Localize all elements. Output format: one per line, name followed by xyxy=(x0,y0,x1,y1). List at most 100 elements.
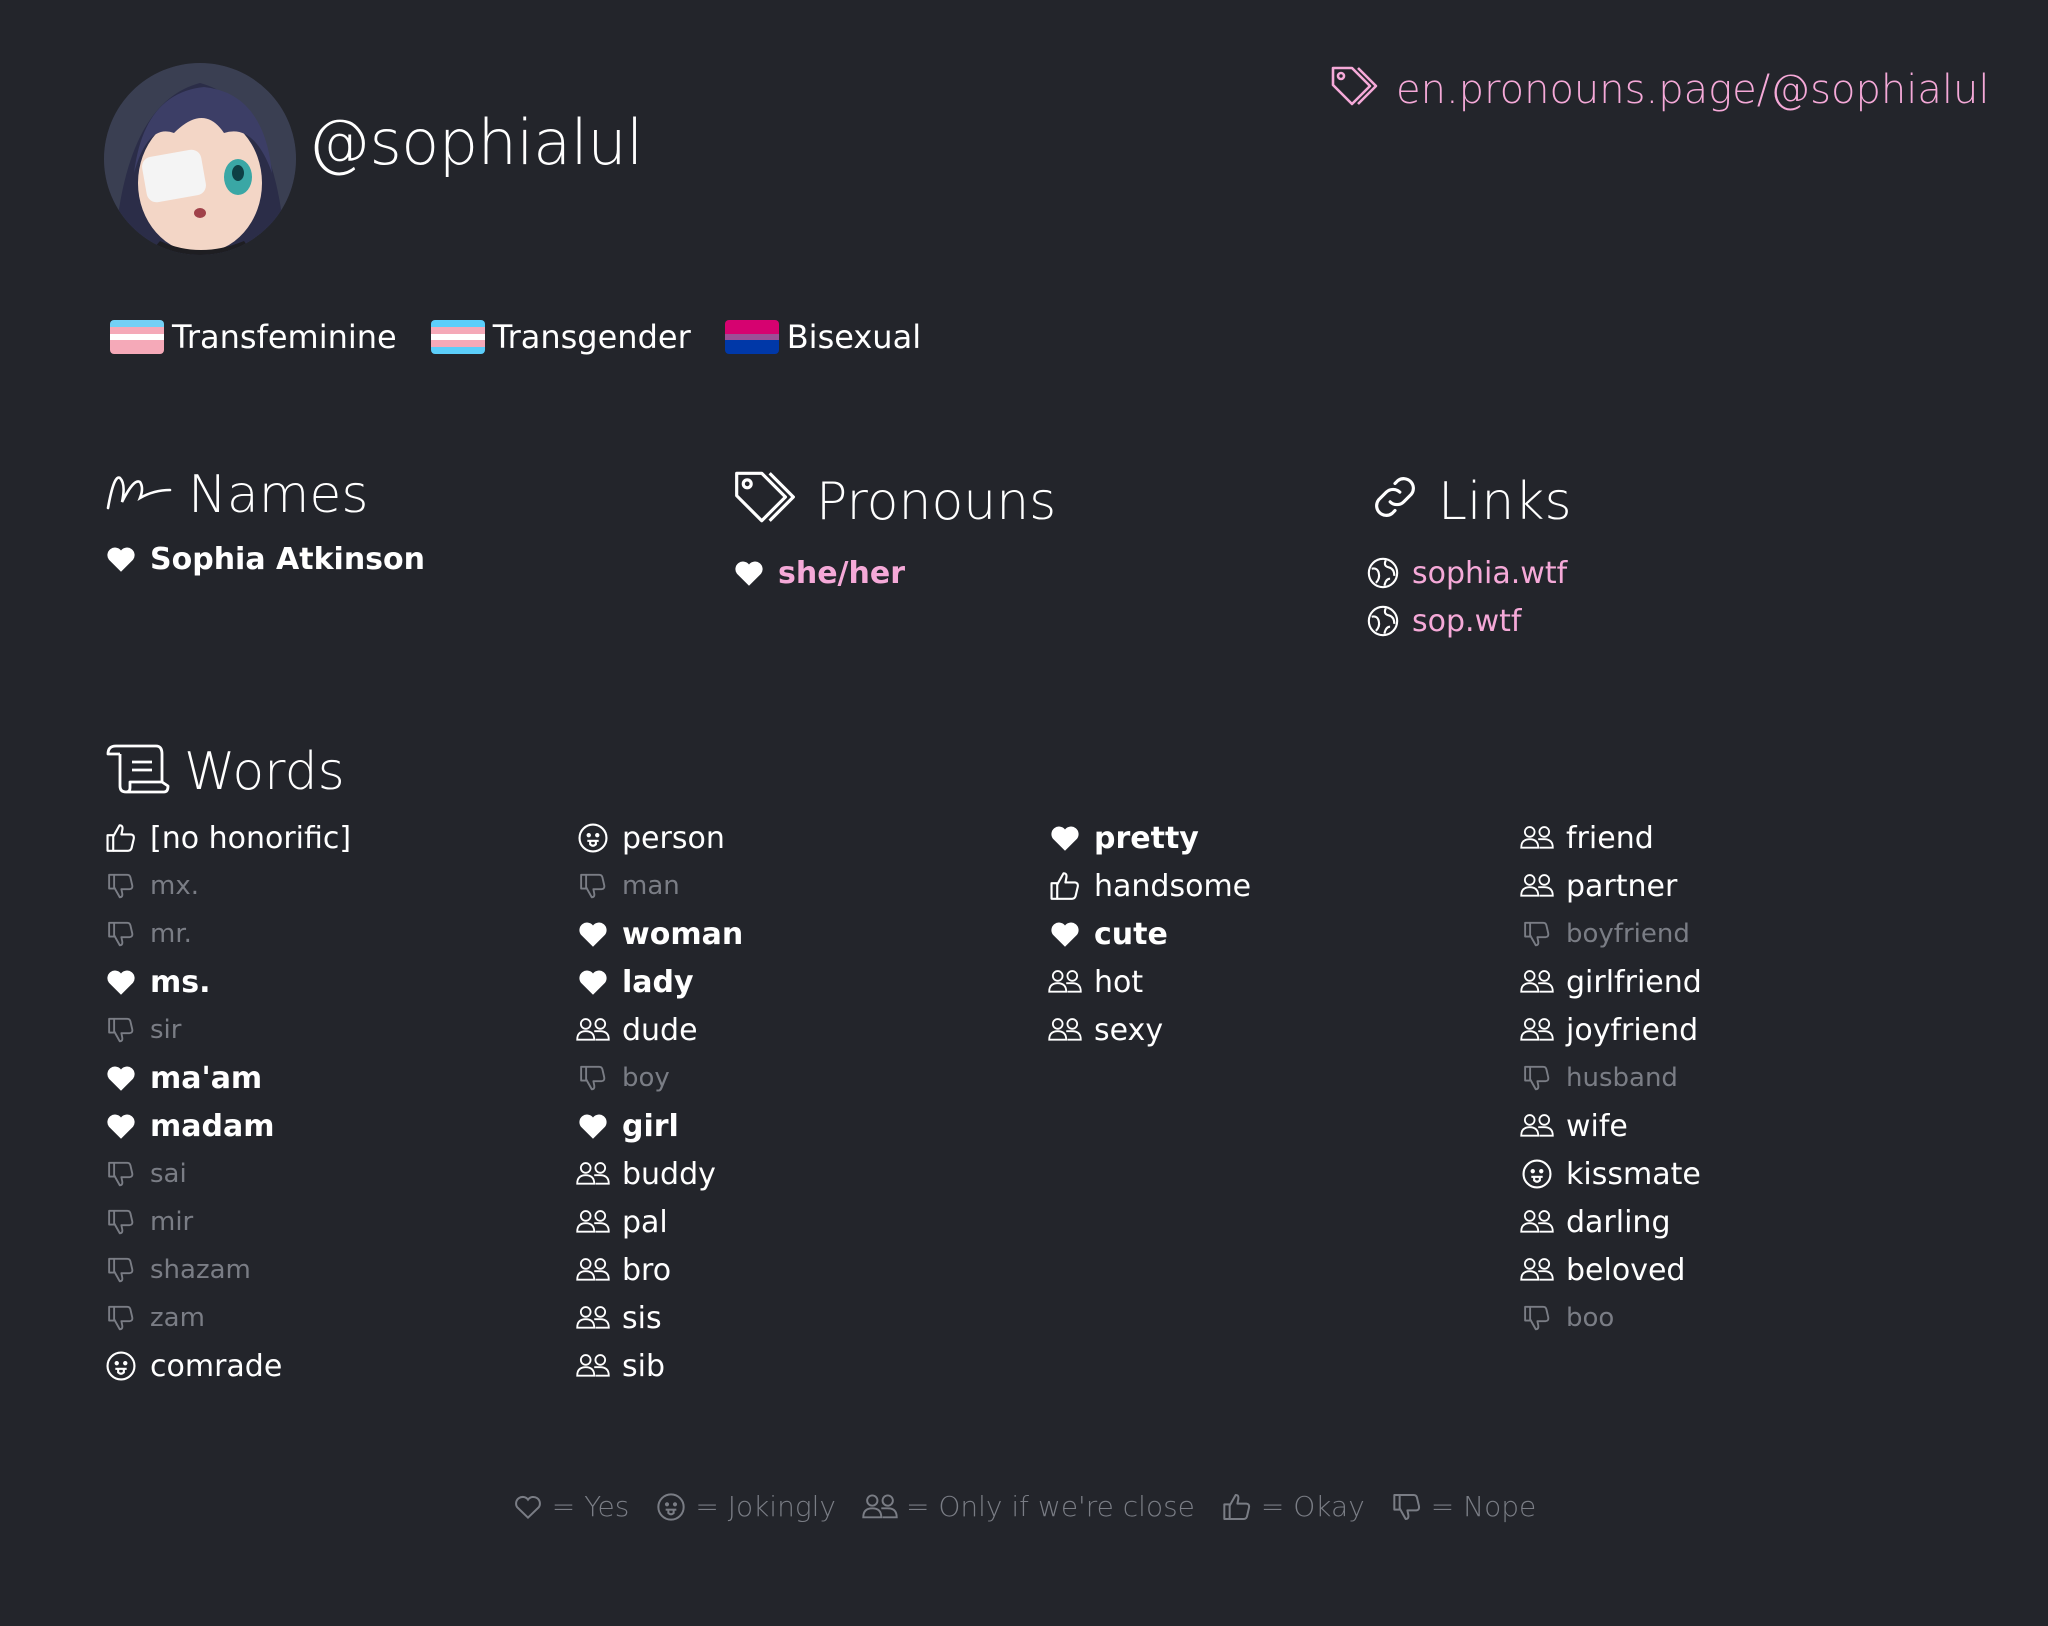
thumbs-down-icon xyxy=(1520,1301,1554,1335)
link-text[interactable]: sop.wtf xyxy=(1412,604,1521,639)
legend-jokingly: = Jokingly xyxy=(655,1490,836,1523)
word-label: handsome xyxy=(1094,868,1252,904)
users-icon xyxy=(1520,1253,1554,1287)
word-item: friend xyxy=(1520,814,1702,862)
word-item: girlfriend xyxy=(1520,958,1702,1006)
word-label: ms. xyxy=(150,964,211,1000)
flag-transgender[interactable]: Transgender xyxy=(430,318,691,356)
users-icon xyxy=(576,1157,610,1191)
users-icon xyxy=(1520,821,1554,855)
legend-yes: = Yes xyxy=(512,1490,629,1523)
users-icon xyxy=(1520,1109,1554,1143)
heart-outline-icon xyxy=(514,1495,541,1519)
word-item: zam xyxy=(104,1294,351,1342)
word-item: shazam xyxy=(104,1246,351,1294)
users-icon xyxy=(576,1013,610,1047)
users-icon xyxy=(1520,1205,1554,1239)
pronoun-link[interactable]: she/her xyxy=(778,556,905,591)
word-item: person xyxy=(576,814,743,862)
word-label: pretty xyxy=(1094,820,1199,856)
flag-label: Transfeminine xyxy=(172,318,397,356)
heart-icon xyxy=(732,556,766,590)
names-title: Names xyxy=(188,464,369,525)
word-item: woman xyxy=(576,910,743,958)
word-label: [no honorific] xyxy=(150,820,352,856)
heart-icon xyxy=(576,1109,610,1143)
pronoun-item[interactable]: she/her xyxy=(732,549,1056,597)
word-label: mir xyxy=(150,1207,194,1237)
word-item: [no honorific] xyxy=(104,814,351,862)
link-item[interactable]: sop.wtf xyxy=(1366,597,1572,645)
links-title: Links xyxy=(1438,471,1572,532)
words-heading: Words xyxy=(104,738,345,805)
legend-label: = Nope xyxy=(1430,1490,1537,1523)
word-item: dude xyxy=(576,1006,743,1054)
links-section: Links sophia.wtf sop.wtf xyxy=(1366,468,1572,645)
word-label: girl xyxy=(622,1108,679,1144)
word-label: girlfriend xyxy=(1566,964,1702,1000)
word-item: kissmate xyxy=(1520,1150,1702,1198)
words-column-3: pretty handsome cute hot sexy xyxy=(1048,814,1251,1054)
word-label: madam xyxy=(150,1108,275,1144)
word-label: boy xyxy=(622,1063,670,1093)
tongue-face-icon xyxy=(1520,1157,1554,1191)
word-item: handsome xyxy=(1048,862,1251,910)
legend-label: = Jokingly xyxy=(695,1490,836,1523)
thumbs-down-icon xyxy=(1520,917,1554,951)
word-label: woman xyxy=(622,916,744,952)
link-text[interactable]: sophia.wtf xyxy=(1412,556,1567,591)
words-title: Words xyxy=(184,741,345,802)
word-item: girl xyxy=(576,1102,743,1150)
words-column-2: person man woman lady dude boy girl buddy pal bro… xyxy=(576,814,743,1390)
word-item: sai xyxy=(104,1150,351,1198)
flag-transfeminine[interactable]: Transfeminine xyxy=(110,318,397,356)
word-item: sis xyxy=(576,1294,743,1342)
heart-icon xyxy=(104,1109,138,1143)
word-label: shazam xyxy=(150,1255,251,1285)
thumbs-down-icon xyxy=(1393,1493,1420,1520)
word-item: pal xyxy=(576,1198,743,1246)
word-label: comrade xyxy=(150,1348,283,1384)
anime-avatar-image xyxy=(104,63,296,255)
users-icon xyxy=(1520,965,1554,999)
name-item: Sophia Atkinson xyxy=(104,535,425,583)
thumbs-down-icon xyxy=(1520,1061,1554,1095)
word-item: mx. xyxy=(104,862,351,910)
word-label: joyfriend xyxy=(1566,1012,1699,1048)
thumbs-down-icon xyxy=(104,1301,138,1335)
word-item: sib xyxy=(576,1342,743,1390)
users-icon xyxy=(1048,1013,1082,1047)
link-icon xyxy=(1366,468,1424,535)
word-label: husband xyxy=(1566,1063,1678,1093)
word-label: person xyxy=(622,820,725,856)
names-heading: Names xyxy=(104,468,425,521)
word-item: boo xyxy=(1520,1294,1702,1342)
word-label: boyfriend xyxy=(1566,919,1690,949)
word-item: cute xyxy=(1048,910,1251,958)
heart-icon xyxy=(576,965,610,999)
flags-row: Transfeminine Transgender Bisexual xyxy=(110,318,921,356)
flag-bisexual[interactable]: Bisexual xyxy=(724,318,921,356)
link-item[interactable]: sophia.wtf xyxy=(1366,549,1572,597)
word-label: sexy xyxy=(1094,1012,1164,1048)
profile-page-link-text: en.pronouns.page/@sophialul xyxy=(1396,66,1990,113)
words-column-1: [no honorific] mx. mr. ms. sir ma'am madam sai m… xyxy=(104,814,351,1390)
word-label: cute xyxy=(1094,916,1168,952)
transfeminine-flag-icon xyxy=(110,320,164,354)
names-section: Names Sophia Atkinson xyxy=(104,468,425,583)
word-item: joyfriend xyxy=(1520,1006,1702,1054)
word-item: boyfriend xyxy=(1520,910,1702,958)
word-label: mx. xyxy=(150,871,199,901)
word-label: darling xyxy=(1566,1204,1671,1240)
word-label: hot xyxy=(1094,964,1144,1000)
profile-page-link[interactable]: en.pronouns.page/@sophialul xyxy=(1330,64,1989,115)
thumbs-up-icon xyxy=(104,821,138,855)
thumbs-down-icon xyxy=(104,1205,138,1239)
heart-icon xyxy=(104,965,138,999)
word-item: mir xyxy=(104,1198,351,1246)
legend-close: = Only if we're close xyxy=(862,1490,1195,1523)
heart-icon xyxy=(104,542,138,576)
word-item: buddy xyxy=(576,1150,743,1198)
word-item: ma'am xyxy=(104,1054,351,1102)
tongue-face-icon xyxy=(104,1349,138,1383)
